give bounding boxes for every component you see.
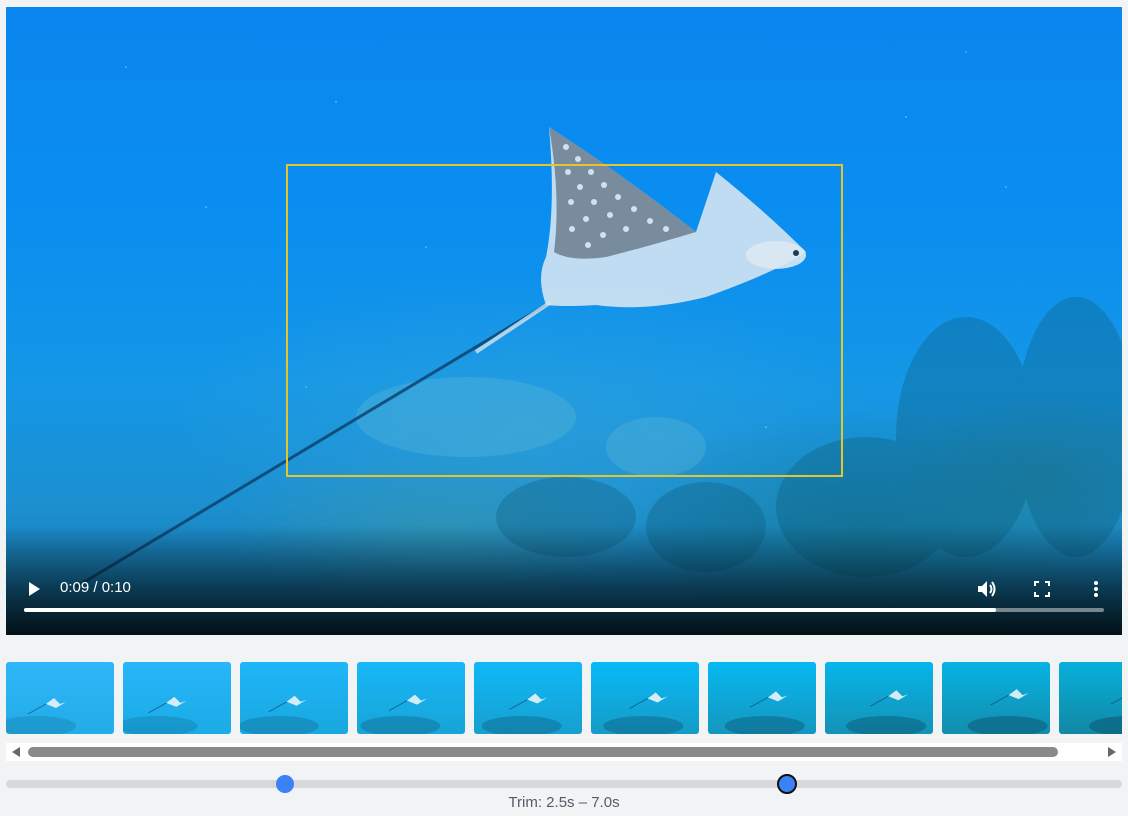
scroll-right-arrow[interactable] — [1106, 746, 1118, 758]
trim-end-handle[interactable] — [777, 774, 798, 794]
fullscreen-icon — [1034, 581, 1050, 597]
thumbnail-frame[interactable] — [357, 662, 465, 734]
thumbnail-strip — [6, 662, 1122, 734]
thumbnail-frame[interactable] — [123, 662, 231, 734]
thumbnail-frame[interactable] — [240, 662, 348, 734]
time-display: 0:09 / 0:10 — [60, 579, 131, 596]
triangle-right-icon — [1108, 747, 1116, 757]
bounding-box — [286, 164, 843, 477]
thumbnail-frame[interactable] — [6, 662, 114, 734]
video-controls: 0:09 / 0:10 — [6, 565, 1122, 635]
thumbnail-frame[interactable] — [708, 662, 816, 734]
thumbnail-frame[interactable] — [1059, 662, 1122, 734]
scroll-left-arrow[interactable] — [10, 746, 22, 758]
thumbnail-image — [942, 662, 1050, 734]
thumbnail-image — [1059, 662, 1122, 734]
play-icon — [29, 582, 40, 596]
trim-start-handle[interactable] — [276, 775, 294, 793]
thumbnail-image — [6, 662, 114, 734]
video-player[interactable]: 0:09 / 0:10 — [6, 7, 1122, 635]
scrollbar-thumb[interactable] — [28, 747, 1058, 757]
seek-bar[interactable] — [24, 608, 1104, 612]
volume-button[interactable] — [975, 577, 999, 601]
fullscreen-button[interactable] — [1030, 577, 1054, 601]
play-button[interactable] — [22, 577, 46, 601]
thumbnail-image — [123, 662, 231, 734]
seek-bar-progress — [24, 608, 996, 612]
horizontal-scrollbar[interactable] — [6, 743, 1122, 761]
thumbnail-image — [708, 662, 816, 734]
thumbnail-image — [240, 662, 348, 734]
trim-slider-track[interactable] — [6, 780, 1122, 788]
thumbnail-frame[interactable] — [591, 662, 699, 734]
thumbnail-image — [474, 662, 582, 734]
more-options-button[interactable] — [1084, 577, 1108, 601]
thumbnail-frame[interactable] — [825, 662, 933, 734]
volume-icon — [978, 581, 996, 597]
thumbnail-frame[interactable] — [474, 662, 582, 734]
thumbnail-image — [357, 662, 465, 734]
thumbnail-frame[interactable] — [942, 662, 1050, 734]
more-vert-icon — [1094, 581, 1098, 597]
triangle-left-icon — [12, 747, 20, 757]
trim-label: Trim: 2.5s – 7.0s — [508, 794, 620, 811]
thumbnail-image — [825, 662, 933, 734]
thumbnail-image — [591, 662, 699, 734]
